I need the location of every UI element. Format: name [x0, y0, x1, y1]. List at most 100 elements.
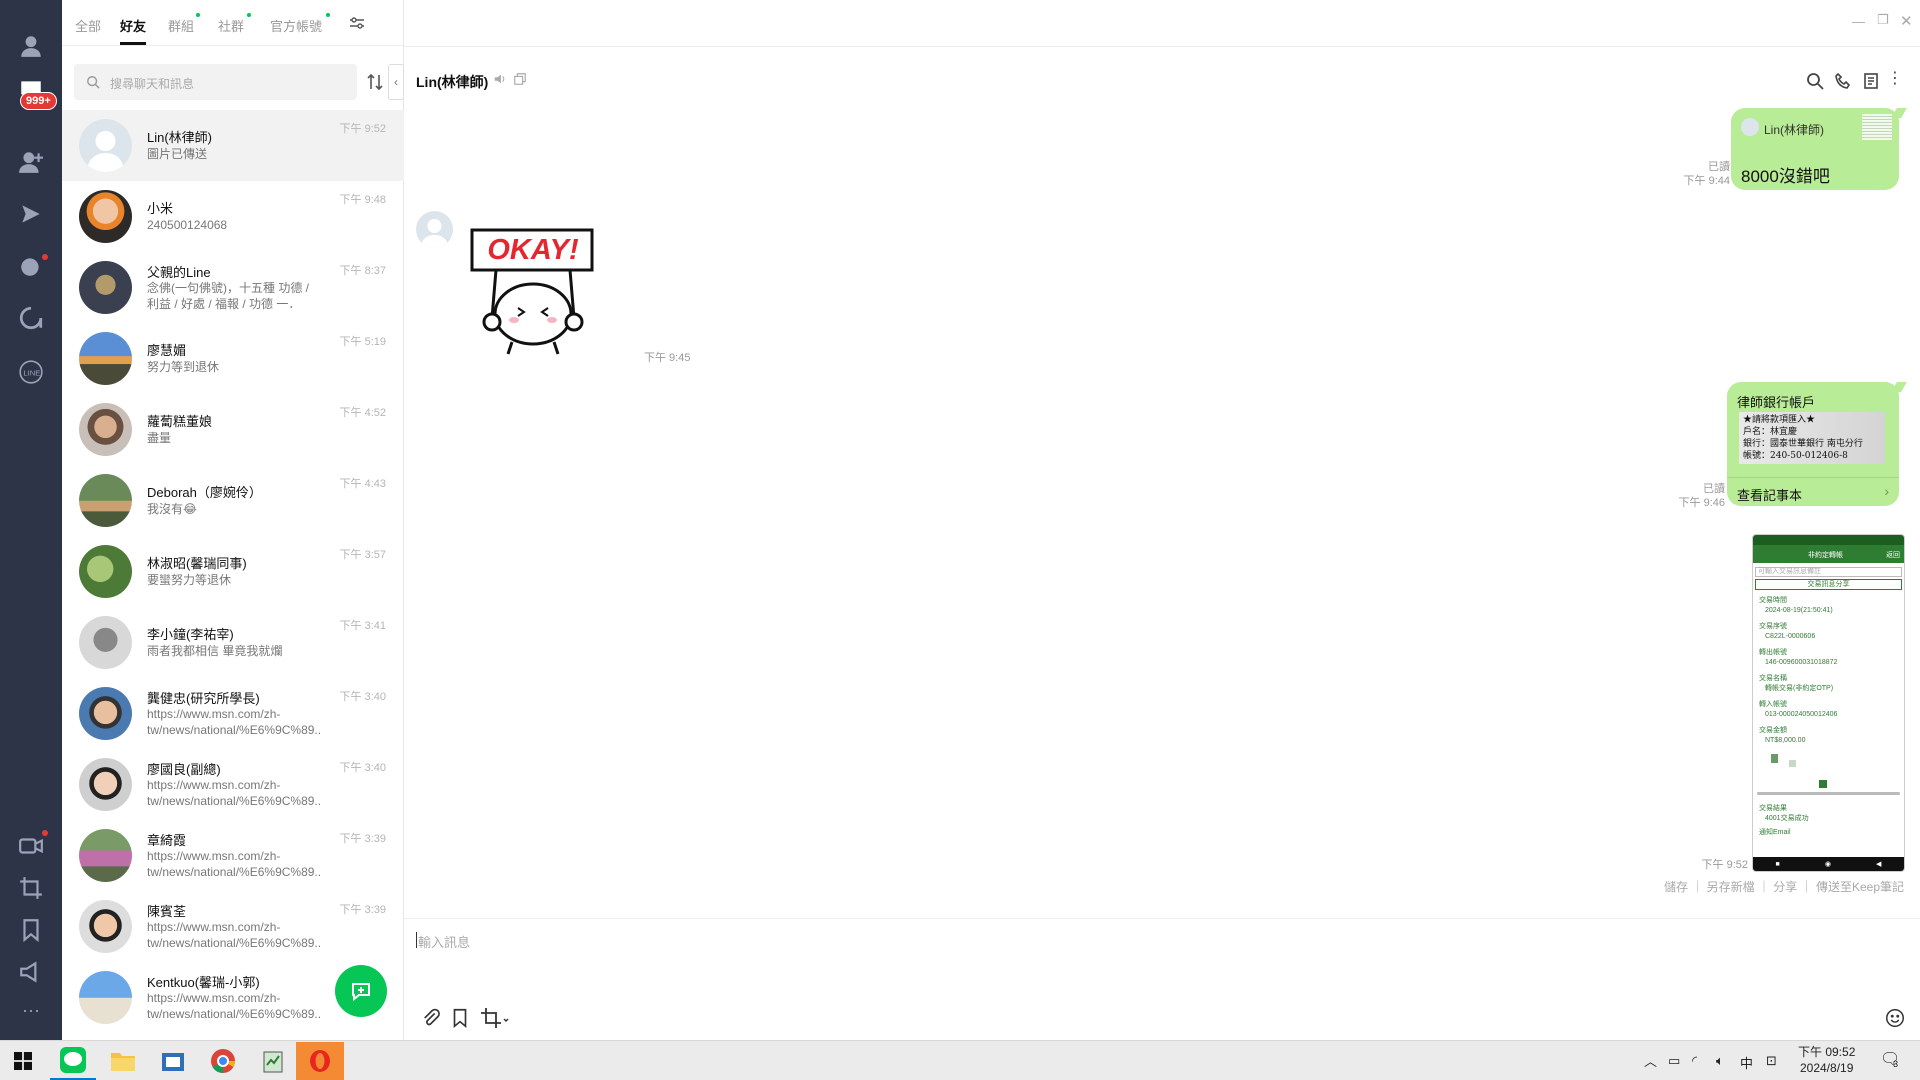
phone-icon[interactable] [1834, 72, 1852, 90]
shot-input: 可輸入交易訊息備註 [1755, 567, 1902, 577]
sender-avatar[interactable] [416, 211, 453, 248]
field-label: 交易金額 [1759, 727, 1787, 734]
minimize-button[interactable]: — [1852, 14, 1865, 29]
tab-friends[interactable]: 好友 [120, 16, 147, 45]
volume-icon[interactable]: 🔈︎ [1716, 1053, 1724, 1069]
notepad-icon[interactable] [250, 1042, 296, 1080]
emoji-icon[interactable] [1884, 1007, 1906, 1029]
voom-icon[interactable] [15, 198, 47, 230]
keyboard-layout-icon[interactable]: ⊡ [1766, 1053, 1777, 1069]
chat-row[interactable]: 廖慧媚 努力等到退休 下午 5:19 [62, 323, 404, 394]
avatar [79, 758, 132, 811]
chat-name: 陳賓荃 [147, 904, 187, 919]
chat-time: 下午 9:52 [339, 123, 386, 135]
screenshot-crop-icon[interactable] [480, 1007, 510, 1029]
attach-icon[interactable] [420, 1007, 442, 1029]
avatar [79, 900, 132, 953]
keep-bookmark-icon[interactable] [449, 1007, 471, 1029]
add-friend-icon[interactable] [15, 146, 47, 178]
chat-name: 章綺霞 [147, 833, 187, 848]
message-bubble[interactable]: Lin(林律師) 8000沒錯吧 [1731, 108, 1899, 190]
field-value: 2024-08-19(21:50:41) [1765, 607, 1833, 614]
friends-icon[interactable] [15, 30, 47, 62]
chat-preview: 盡量 [147, 431, 172, 445]
app-title: 非約定轉帳 [1808, 552, 1843, 559]
fields: 交易時間 2024-08-19(21:50:41) 交易序號 C822L-00006… [1753, 596, 1904, 746]
system-clock[interactable]: 下午 09:52 2024/8/19 [1798, 1044, 1855, 1076]
divider [1727, 477, 1899, 478]
avatar [79, 261, 132, 314]
transfer-screenshot[interactable]: 非約定轉帳 返回 可輸入交易訊息備註 交易訊息分享 交易時間 2024-08-19… [1752, 534, 1905, 872]
close-button[interactable]: ✕ [1900, 12, 1913, 30]
chevron-up-icon[interactable]: ︿ [1644, 1051, 1657, 1070]
windows-taskbar: ︿ ▭ ◜ 🔈︎ 中 ⊡ 下午 09:52 2024/8/19 🗨︎ 3 [0, 1040, 1920, 1080]
chat-row[interactable]: 林淑昭(馨瑞同事) 要蠻努力等退休 下午 3:57 [62, 536, 404, 607]
chat-preview: 雨者我都相信 畢竟我就爛 [147, 644, 283, 658]
note-title: 律師銀行帳戶 [1737, 395, 1816, 410]
notes-icon[interactable] [1862, 72, 1880, 90]
file-explorer-icon[interactable] [100, 1042, 146, 1080]
chat-time: 下午 3:57 [339, 549, 386, 561]
wifi-icon[interactable]: ◜ [1692, 1053, 1697, 1069]
chat-name: 蘿蔔糕董娘 [147, 414, 213, 429]
ime-indicator[interactable]: 中 [1740, 1053, 1753, 1072]
chat-row[interactable]: 章綺霞 https://www.msn.com/zh-tw/news/natio… [62, 820, 404, 891]
chat-name: 林淑昭(馨瑞同事) [147, 556, 247, 571]
avatar [79, 616, 132, 669]
bubble-tail [1891, 382, 1907, 392]
filter-settings-icon[interactable] [349, 15, 365, 31]
chat-row[interactable]: 蘿蔔糕董娘 盡量 下午 4:52 [62, 394, 404, 465]
line-app-icon[interactable] [50, 1042, 96, 1080]
chat-row[interactable]: 小米 240500124068 下午 9:48 [62, 181, 404, 252]
announce-icon[interactable] [15, 956, 47, 988]
tab-community[interactable]: 社群 [218, 16, 244, 35]
battery-icon[interactable]: ▭ [1668, 1053, 1680, 1069]
tab-groups[interactable]: 群組 [168, 16, 194, 35]
bubble-tail [1891, 108, 1907, 118]
notification-count: 3 [1893, 1059, 1899, 1069]
message-time: 下午 9:44 [1683, 175, 1730, 187]
message-input-placeholder: 輸入訊息 [418, 935, 471, 950]
clock-time: 下午 09:52 [1798, 1045, 1856, 1059]
more-icon[interactable]: ··· [15, 994, 47, 1026]
image-actions[interactable]: 儲存 ｜ 另存新檔 ｜ 分享 ｜ 傳送至Keep筆記 [1664, 878, 1904, 895]
popout-icon[interactable] [513, 72, 527, 86]
note-bubble[interactable]: 律師銀行帳戶 ★請將款項匯入★ 戶名：林宜慶 銀行：國泰世華銀行 南屯分行 帳號… [1727, 382, 1899, 506]
mute-icon[interactable] [493, 72, 507, 86]
crop-icon[interactable] [15, 872, 47, 904]
chat-row[interactable]: 陳賓荃 https://www.msn.com/zh-tw/news/natio… [62, 891, 404, 962]
chat-row[interactable]: 廖國良(副總) https://www.msn.com/zh-tw/news/n… [62, 749, 404, 820]
chat-row[interactable]: 龔健忠(研究所學長) https://www.msn.com/zh-tw/new… [62, 678, 404, 749]
start-button[interactable] [0, 1042, 46, 1080]
new-chat-icon [352, 983, 370, 1002]
search-icon[interactable] [1806, 72, 1824, 90]
more-menu-icon[interactable]: ⋮ [1886, 71, 1904, 90]
chat-preview: 我沒有😂 [147, 502, 198, 516]
message-composer[interactable]: 輸入訊息 [404, 918, 1920, 1040]
chat-name: Deborah（廖婉伶） [147, 485, 262, 500]
chat-row[interactable]: 父親的Line 念佛(一句佛號)，十五種 功德 / 利益 / 好處 / 福報 /… [62, 252, 404, 323]
search-placeholder: 搜尋聊天和訊息 [110, 77, 195, 91]
sort-icon[interactable] [365, 72, 385, 92]
chat-row[interactable]: 李小鐘(李祐宰) 雨者我都相信 畢竟我就爛 下午 3:41 [62, 607, 404, 678]
restore-button[interactable]: ❐ [1877, 12, 1889, 28]
tab-official[interactable]: 官方帳號 [270, 16, 322, 35]
tab-all[interactable]: 全部 [75, 16, 101, 35]
chat-row[interactable]: Lin(林律師) 圖片已傳送 下午 9:52 [62, 110, 404, 181]
bookmark-icon[interactable] [15, 914, 47, 946]
call-icon[interactable] [15, 302, 47, 334]
field-value: C822L-0000606 [1765, 633, 1816, 640]
chat-row[interactable]: Deborah（廖婉伶） 我沒有😂 下午 4:43 [62, 465, 404, 536]
collapse-list-button[interactable]: ‹ [388, 64, 404, 100]
chrome-icon[interactable] [200, 1042, 246, 1080]
new-chat-button[interactable] [335, 965, 387, 1017]
store-app-icon[interactable] [150, 1042, 196, 1080]
note-line: 戶名：林宜慶 [1743, 427, 1798, 437]
opera-icon[interactable] [296, 1042, 344, 1080]
message-time: 下午 9:45 [644, 352, 691, 364]
chat-time: 下午 3:40 [339, 691, 386, 703]
okay-sticker[interactable]: OKAY! [470, 226, 596, 356]
search-input[interactable]: 搜尋聊天和訊息 [74, 64, 357, 100]
line-icon[interactable]: LINE [15, 356, 47, 388]
view-note-link[interactable]: 查看記事本 [1737, 485, 1802, 504]
